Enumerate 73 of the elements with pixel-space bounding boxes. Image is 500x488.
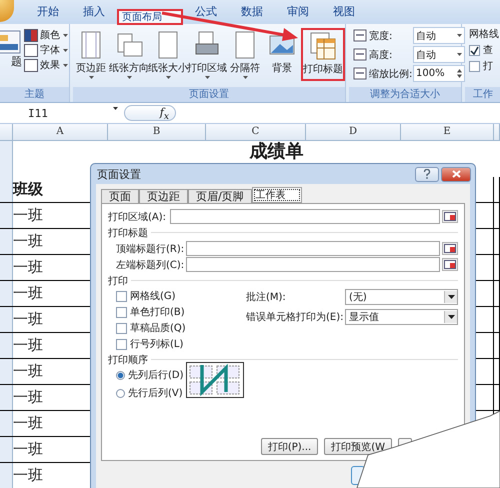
- dialog-tab[interactable]: 页边距: [139, 189, 188, 203]
- table-cell: 一班: [13, 232, 43, 251]
- scale-label: 缩放比例:: [369, 68, 411, 80]
- sheet-title: 成绩单: [250, 141, 304, 163]
- column-header[interactable]: C: [206, 124, 306, 140]
- table-cell: 一班: [13, 388, 43, 407]
- dropdown-field[interactable]: 显示值: [345, 309, 458, 325]
- dialog-button[interactable]: 打印(P)...: [260, 438, 318, 455]
- field-label: 顶端标题行(R):: [116, 242, 184, 256]
- table-cell: 一班: [13, 310, 43, 329]
- function-button[interactable]: f$_{x}$: [124, 105, 176, 121]
- theme-option-button[interactable]: 颜色: [23, 28, 69, 42]
- ribbon-tab[interactable]: 开始: [26, 0, 70, 24]
- ribbon-button[interactable]: 打印区域: [188, 28, 226, 81]
- dialog-button[interactable]: 打印预览(W: [324, 438, 392, 455]
- checkbox-label: 打: [483, 60, 493, 73]
- field-label: 批注(M):: [246, 290, 287, 304]
- theme-option-button[interactable]: 效果: [23, 58, 69, 72]
- section-heading: 打印标题: [108, 226, 148, 240]
- group-label: 调整为合适大小: [349, 87, 461, 102]
- table-cell: 一班: [13, 258, 43, 277]
- table-cell: 一班: [13, 284, 43, 303]
- scale-label: 高度:: [369, 48, 394, 62]
- table-cell: 一班: [13, 362, 43, 381]
- checkbox-label: 草稿品质(Q): [130, 322, 186, 335]
- field-label: 错误单元格打印为(E):: [246, 310, 344, 324]
- themes-button[interactable]: 题: [0, 28, 22, 69]
- table-cell: 一班: [13, 414, 43, 433]
- checkbox-label: 网格线(G): [130, 290, 176, 303]
- ribbon-button[interactable]: 页边距: [73, 28, 109, 81]
- ribbon-tab[interactable]: 视图: [322, 0, 366, 24]
- radio-label: 先行后列(V): [128, 386, 183, 400]
- dropdown-field[interactable]: 自动: [413, 46, 465, 63]
- radio-label: 先列后行(D): [128, 368, 184, 382]
- table-cell: 一班: [13, 336, 43, 355]
- ribbon-tab[interactable]: 审阅: [276, 0, 320, 24]
- table-cell: 一班: [13, 440, 43, 459]
- theme-option-button[interactable]: 字体: [23, 43, 69, 57]
- ribbon-button[interactable]: 纸张方向: [110, 28, 148, 81]
- table-cell: 一班: [13, 466, 43, 485]
- scale-label: 宽度:: [369, 30, 394, 42]
- dialog-tab[interactable]: 工作表: [252, 187, 302, 203]
- dropdown-field[interactable]: 自动: [413, 27, 465, 44]
- section-heading: 打印顺序: [108, 354, 148, 366]
- column-header[interactable]: D: [306, 124, 401, 140]
- field-label: 左端标题列(C):: [116, 258, 184, 272]
- field-label: 打印区域(A):: [108, 210, 168, 224]
- ribbon-tab[interactable]: 数据: [230, 0, 274, 24]
- dialog-tab[interactable]: 页面: [101, 189, 139, 203]
- ribbon-button[interactable]: 打印标题: [301, 28, 345, 81]
- group-label: 工作: [465, 87, 500, 102]
- table-cell: 班级: [13, 180, 43, 199]
- checkbox-label: 行号列标(L): [130, 338, 184, 351]
- group-label: 主题: [0, 87, 69, 102]
- ribbon-button[interactable]: 纸张大小: [149, 28, 187, 81]
- ribbon-tab[interactable]: 公式: [184, 0, 228, 24]
- name-box[interactable]: I11: [0, 106, 118, 120]
- dialog-tab[interactable]: 页眉/页脚: [188, 189, 252, 203]
- checkbox-label: 单色打印(B): [130, 306, 185, 319]
- column-header[interactable]: B: [108, 124, 206, 140]
- section-heading: 打印: [108, 274, 128, 288]
- spin-field[interactable]: 100%: [413, 65, 465, 82]
- group-label: 页面设置: [73, 87, 345, 102]
- table-cell: 一班: [13, 206, 43, 225]
- ribbon-button[interactable]: 分隔符: [227, 28, 263, 81]
- dialog-title: 页面设置: [97, 166, 141, 182]
- column-header[interactable]: A: [13, 124, 108, 140]
- column-header[interactable]: E: [401, 124, 494, 140]
- ribbon-tab[interactable]: 页面布局: [118, 10, 182, 24]
- checkbox-label: 查: [483, 44, 493, 57]
- ribbon-tab[interactable]: 插入: [72, 0, 116, 24]
- dropdown-field[interactable]: (无): [345, 289, 458, 305]
- option-heading: 网格线: [469, 28, 499, 41]
